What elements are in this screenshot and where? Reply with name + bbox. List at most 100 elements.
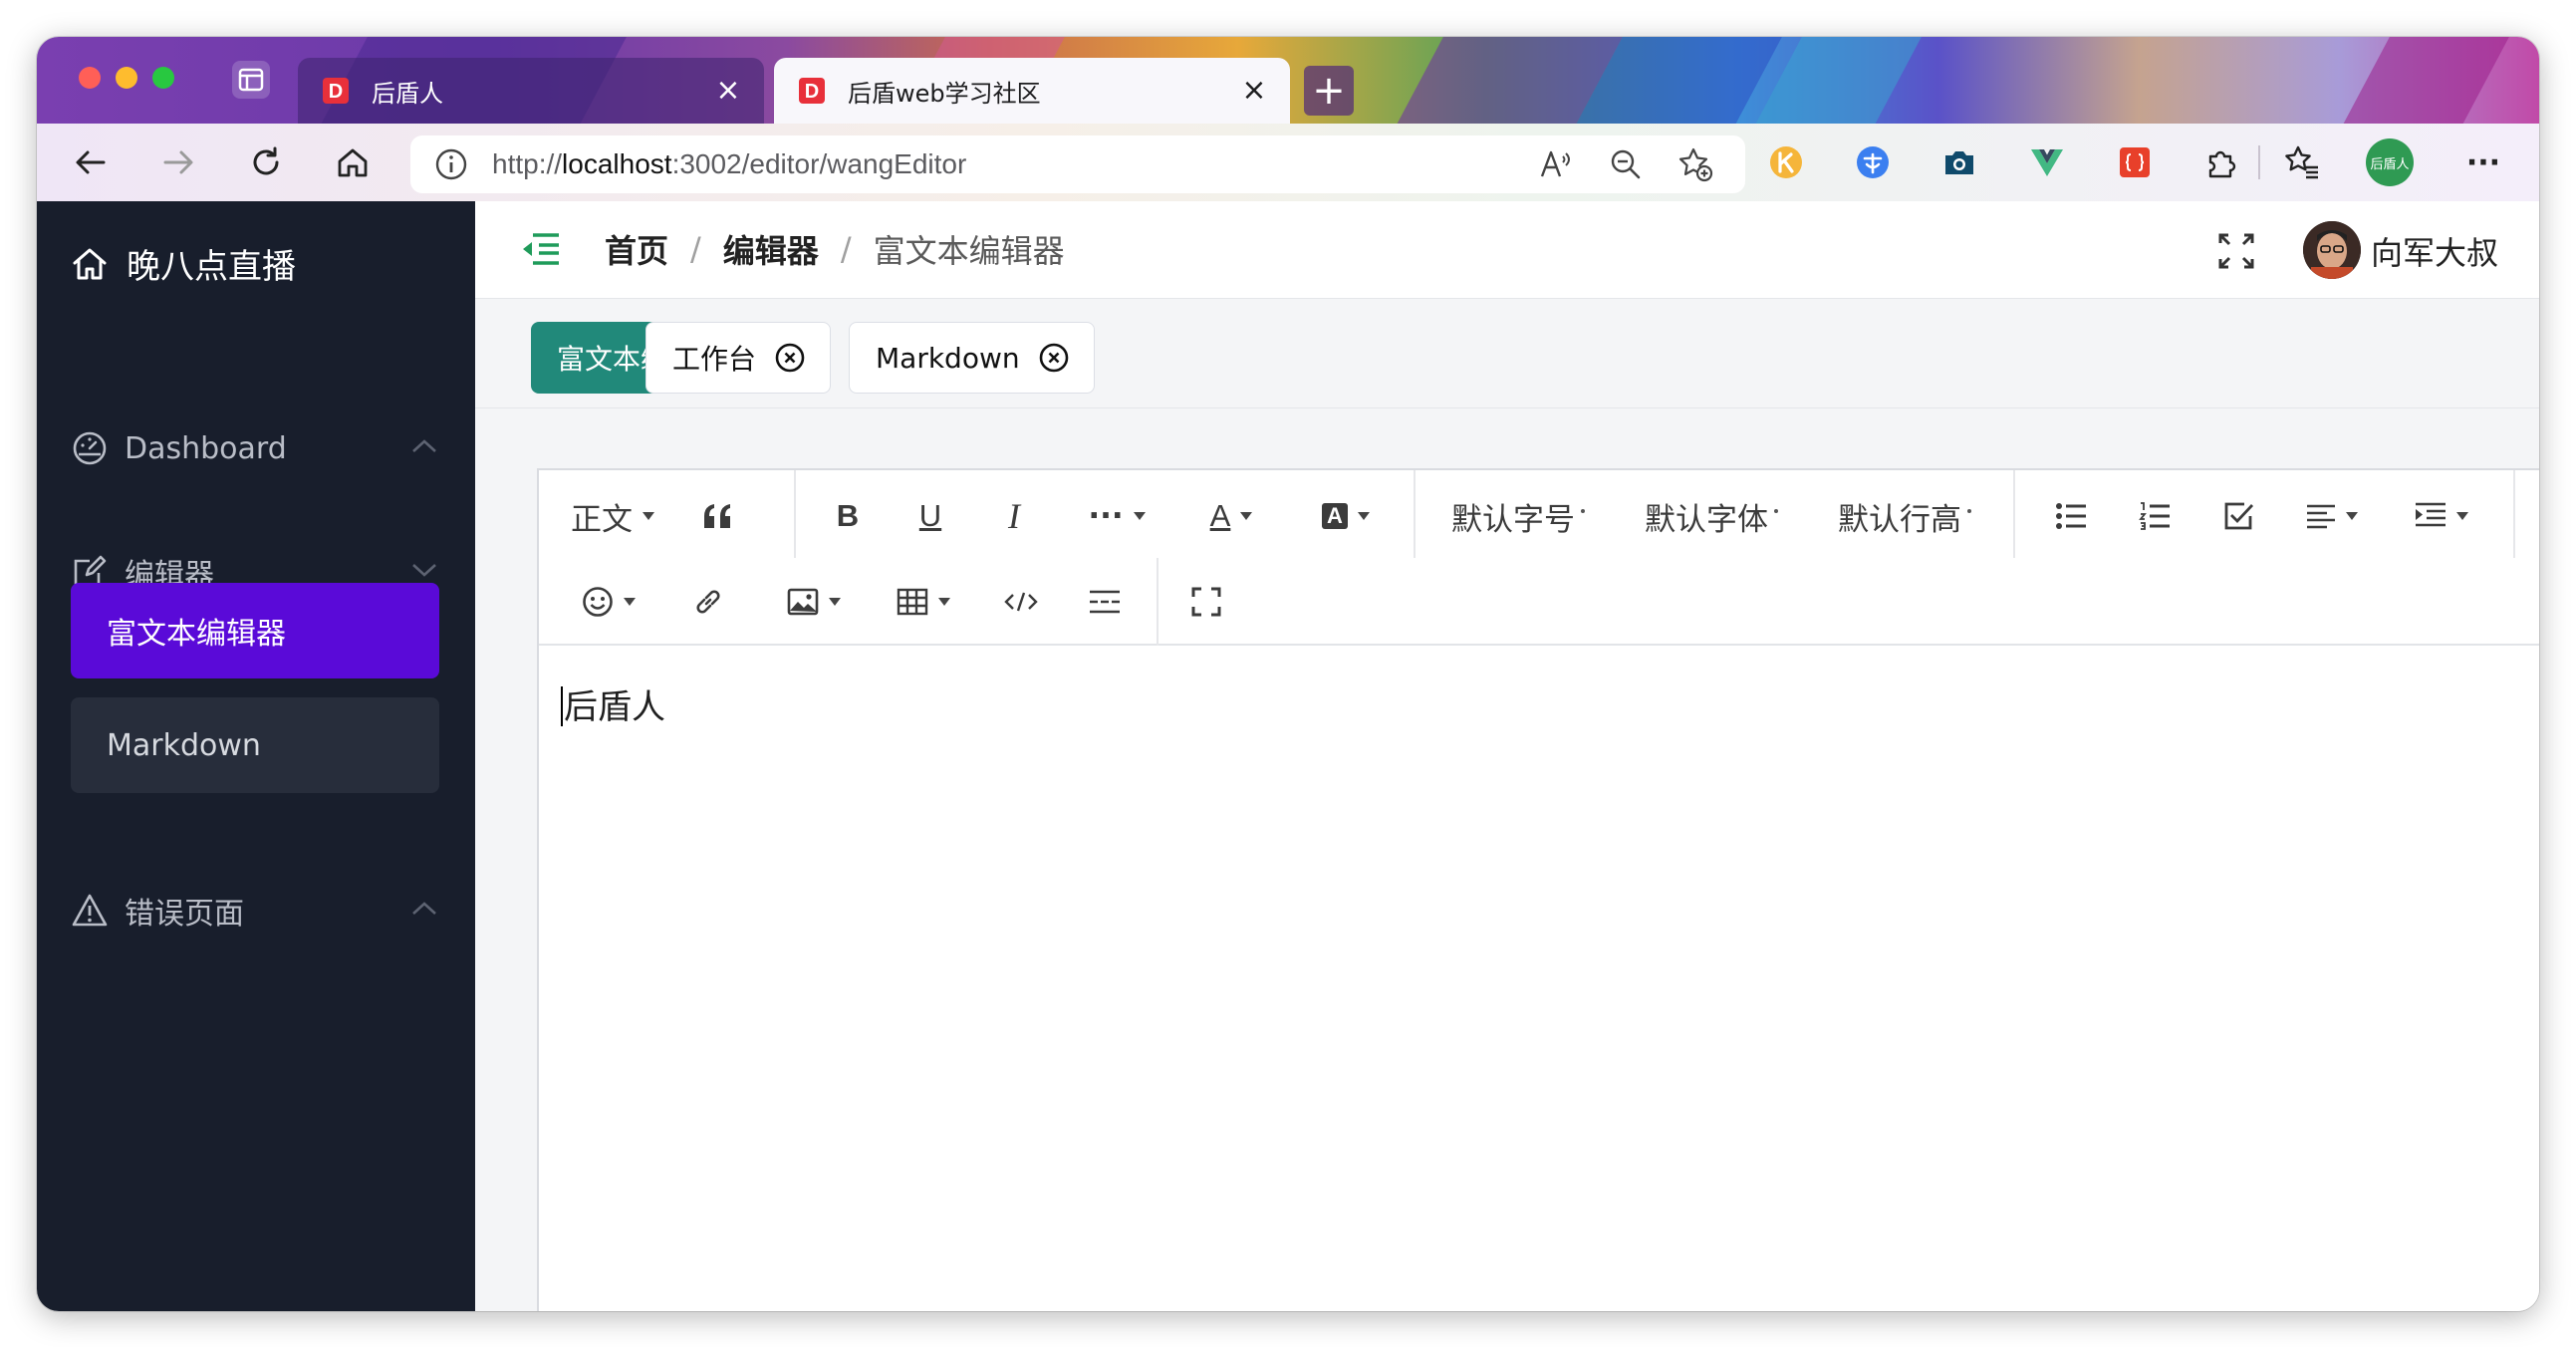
profile-avatar[interactable]: 后盾人 — [2366, 138, 2414, 186]
bold-button[interactable]: B — [818, 486, 878, 546]
blockquote-button[interactable] — [688, 486, 748, 546]
toolbar-divider — [1157, 558, 1159, 646]
fullscreen-icon[interactable] — [2216, 231, 2256, 271]
justify-select[interactable] — [2292, 486, 2372, 546]
align-left-icon — [2307, 504, 2335, 529]
numbered-list-button[interactable] — [2125, 486, 2185, 546]
italic-button[interactable]: I — [984, 486, 1044, 546]
star-add-icon — [1678, 147, 1713, 182]
editor-content[interactable]: 后盾人 — [561, 679, 665, 728]
user-name[interactable]: 向军大叔 — [2371, 228, 2498, 274]
sidebar-item-dashboard[interactable]: Dashboard — [71, 418, 449, 478]
caret-down-icon — [938, 598, 950, 606]
breadcrumb-item[interactable]: 首页 — [605, 226, 668, 272]
tag-close-button[interactable] — [1038, 342, 1070, 374]
font-color-button[interactable]: A — [1191, 486, 1271, 546]
fullscreen-button[interactable] — [1176, 572, 1236, 632]
info-icon[interactable] — [434, 147, 468, 181]
extension-button[interactable] — [1937, 140, 1981, 184]
image-icon — [787, 588, 819, 616]
back-button[interactable] — [71, 142, 111, 182]
code-block-button[interactable] — [991, 572, 1051, 632]
underline-button[interactable]: U — [901, 486, 960, 546]
page-header: 首页 / 编辑器 / 富文本编辑器 向军大叔 — [475, 201, 2539, 299]
vue-devtools-icon — [2031, 149, 2063, 176]
extensions-menu-button[interactable] — [2198, 140, 2242, 184]
extension-button[interactable] — [2113, 140, 2157, 184]
font-family-select[interactable]: 默认字体 — [1637, 486, 1786, 546]
zoom-out-button[interactable] — [1606, 144, 1646, 184]
read-aloud-button[interactable] — [1536, 144, 1576, 184]
home-button[interactable] — [333, 142, 373, 182]
minimize-window-button[interactable] — [116, 67, 137, 89]
home-icon — [338, 148, 368, 177]
extension-button[interactable] — [2025, 140, 2069, 184]
toolbar-divider — [2013, 470, 2015, 558]
sidebar-subitem-markdown[interactable]: Markdown — [71, 697, 439, 793]
tag-markdown[interactable]: Markdown — [849, 322, 1095, 394]
extension-button[interactable] — [1851, 140, 1895, 184]
caret-down-icon — [829, 598, 841, 606]
chevron-down-icon — [412, 564, 436, 577]
close-circle-icon — [1039, 343, 1068, 373]
line-height-label: 默认行高 — [1838, 501, 1961, 538]
maximize-window-button[interactable] — [152, 67, 174, 89]
breadcrumb: 首页 / 编辑器 / 富文本编辑器 — [605, 226, 1065, 272]
line-height-select[interactable]: 默认行高 — [1830, 486, 1979, 546]
font-size-label: 默认字号 — [1451, 501, 1575, 538]
bulleted-list-icon — [2056, 503, 2086, 529]
brand[interactable]: 晚八点直播 — [71, 239, 296, 288]
breadcrumb-item[interactable]: 编辑器 — [723, 226, 819, 272]
paragraph-style-label: 正文 — [571, 501, 633, 538]
address-bar[interactable]: http://localhost:3002/editor/wangEditor — [410, 135, 1745, 193]
code-icon — [1004, 592, 1038, 612]
tag-workbench[interactable]: 工作台 — [645, 322, 832, 394]
text-cursor — [561, 685, 563, 726]
dropdown-dot-icon — [1967, 509, 1971, 513]
browser-toolbar: http://localhost:3002/editor/wangEditor — [37, 124, 2539, 201]
tab-close-button[interactable]: × — [1240, 76, 1268, 106]
menu-fold-icon[interactable] — [521, 231, 561, 267]
brand-title: 晚八点直播 — [127, 247, 296, 287]
caret-down-icon — [1133, 512, 1146, 520]
todo-button[interactable] — [2208, 486, 2268, 546]
bulleted-list-button[interactable] — [2041, 486, 2101, 546]
new-tab-button[interactable]: + — [1304, 66, 1354, 116]
browser-more-button[interactable]: ··· — [2461, 140, 2505, 184]
more-styles-button[interactable]: ··· — [1077, 486, 1157, 546]
insert-table-button[interactable] — [884, 572, 963, 632]
forward-button[interactable] — [158, 142, 198, 182]
sidebar-subitem-rich-text[interactable]: 富文本编辑器 — [71, 583, 439, 678]
tag-close-button[interactable] — [774, 342, 806, 374]
checkbox-icon — [2224, 502, 2254, 530]
browser-tab-active[interactable]: D 后盾web学习社区 × — [774, 58, 1290, 124]
smiley-icon — [583, 587, 613, 617]
user-photo-icon — [2303, 221, 2361, 279]
toolbar-divider — [794, 470, 796, 558]
favorites-button[interactable] — [2280, 140, 2324, 184]
caret-down-icon — [1358, 512, 1370, 520]
close-window-button[interactable] — [79, 67, 101, 89]
avatar[interactable] — [2303, 221, 2361, 279]
browser-tab[interactable]: D 后盾人 × — [298, 58, 764, 124]
horizontal-rule-icon — [1090, 590, 1120, 614]
sidebar: 晚八点直播 Dashboard 编辑器 富文本编辑器 Markdown 错误页面 — [37, 201, 475, 1311]
main-area: 首页 / 编辑器 / 富文本编辑器 向军大叔 富文本编辑器 工作台 Markdo… — [475, 201, 2539, 1311]
browser-window: D 后盾人 × D 后盾web学习社区 × + http://localhost… — [37, 37, 2539, 1311]
add-favorite-button[interactable] — [1675, 144, 1715, 184]
divider-button[interactable] — [1075, 572, 1135, 632]
tab-close-button[interactable]: × — [714, 76, 742, 106]
font-size-select[interactable]: 默认字号 — [1443, 486, 1593, 546]
background-color-button[interactable]: A — [1306, 486, 1386, 546]
tab-actions-button[interactable] — [232, 61, 270, 99]
paragraph-style-select[interactable]: 正文 — [563, 486, 662, 546]
indent-select[interactable] — [2402, 486, 2481, 546]
extension-button[interactable] — [1764, 140, 1808, 184]
insert-image-button[interactable] — [774, 572, 854, 632]
tab-title: 后盾人 — [372, 79, 443, 108]
emotion-button[interactable] — [569, 572, 648, 632]
sidebar-item-error-pages[interactable]: 错误页面 — [71, 881, 449, 941]
site-favicon-icon: D — [799, 78, 825, 104]
reload-button[interactable] — [246, 142, 286, 182]
insert-link-button[interactable] — [678, 572, 738, 632]
